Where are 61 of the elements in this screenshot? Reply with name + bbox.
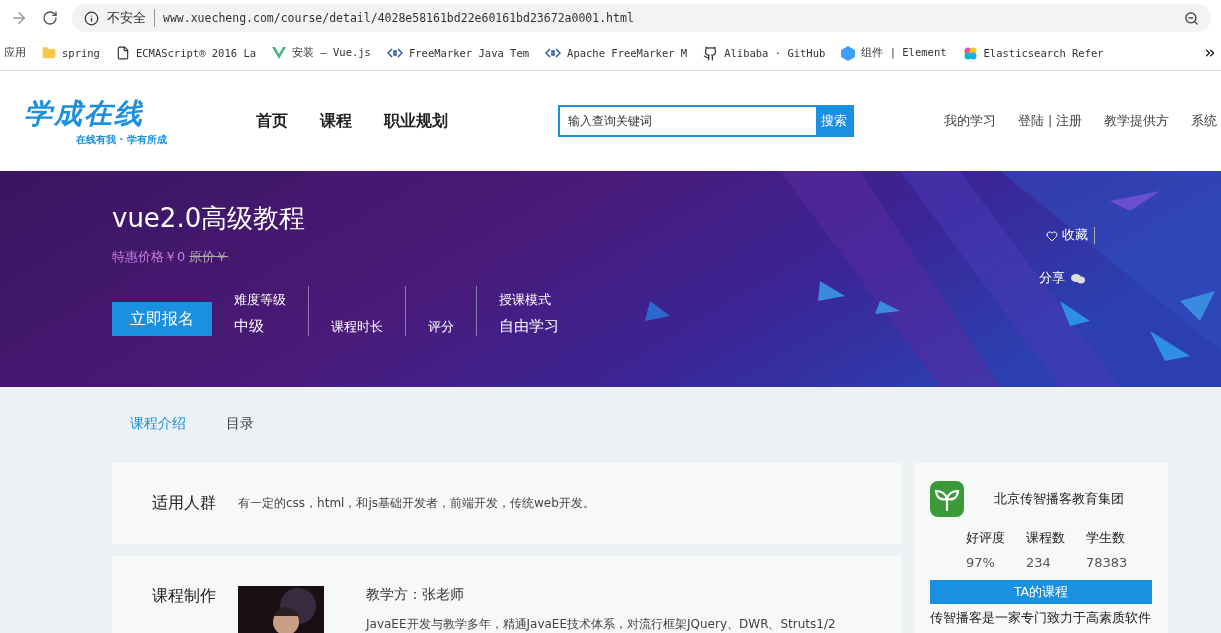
hexagon-icon bbox=[841, 45, 856, 61]
sale-price: 特惠价格￥0 bbox=[112, 248, 186, 266]
sprout-logo-icon bbox=[930, 481, 964, 517]
header-link[interactable]: 系统 bbox=[1191, 112, 1218, 130]
tab[interactable]: 目录 bbox=[226, 415, 254, 435]
logo-slogan: 在线有我 · 学有所成 bbox=[76, 133, 168, 147]
chat-bubbles-icon bbox=[1071, 272, 1085, 285]
bookmark[interactable]: FreeMarker Java Tem bbox=[386, 47, 530, 59]
stat-label: 课程数 bbox=[1026, 529, 1066, 547]
bookmark[interactable]: Elasticsearch Refer bbox=[962, 45, 1104, 61]
stat-label: 好评度 bbox=[966, 529, 1006, 547]
bookmark[interactable]: 应用 bbox=[4, 46, 26, 60]
forward-icon[interactable] bbox=[10, 9, 28, 27]
address-bar[interactable]: 不安全 www.xuecheng.com/course/detail/4028e58161bd22e60161bd23672a0001.html bbox=[72, 4, 1211, 32]
security-label: 不安全 bbox=[107, 9, 155, 27]
teacher-name: 教学方：张老师 bbox=[366, 586, 465, 604]
stat-label: 课程时长 bbox=[331, 319, 383, 336]
bookmark[interactable]: 安装 — Vue.js bbox=[272, 46, 371, 60]
bookmark[interactable]: Alibaba · GitHub bbox=[703, 45, 826, 61]
section-text: 有一定的css，html，和js基础开发者，前端开发，传统web开发。 bbox=[238, 495, 595, 512]
original-price: 原价￥ bbox=[189, 248, 229, 266]
code-icon bbox=[545, 48, 562, 58]
course-title: vue2.0高级教程 bbox=[112, 202, 306, 235]
page-icon bbox=[115, 46, 130, 60]
code-icon bbox=[386, 48, 403, 58]
stat-value: 中级 bbox=[234, 317, 265, 336]
stat-value: 97% bbox=[966, 555, 996, 570]
more-icon[interactable] bbox=[1203, 46, 1217, 60]
nav-link[interactable]: 首页 bbox=[256, 110, 288, 132]
header-link[interactable]: 教学提供方 bbox=[1104, 112, 1170, 130]
nav-link[interactable]: 职业规划 bbox=[384, 110, 448, 132]
info-icon[interactable] bbox=[84, 10, 99, 26]
header-link[interactable]: 我的学习 bbox=[944, 112, 996, 130]
section-heading: 课程制作 bbox=[152, 586, 216, 607]
provider-name: 北京传智播客教育集团 bbox=[994, 490, 1124, 508]
stat-label: 授课模式 bbox=[499, 292, 552, 309]
zoom-icon[interactable] bbox=[1184, 10, 1199, 26]
v-logo-icon bbox=[272, 47, 287, 59]
url-text: www.xuecheng.com/course/detail/4028e58161bd22e60161bd23672a0001.html bbox=[163, 11, 634, 25]
bookmark[interactable]: ECMAScript® 2016 La bbox=[115, 46, 257, 60]
github-icon bbox=[703, 45, 719, 61]
reload-icon[interactable] bbox=[42, 10, 58, 26]
bookmark[interactable]: 组件 | Element bbox=[841, 45, 947, 61]
folder-icon bbox=[42, 46, 56, 60]
heart-icon bbox=[1046, 229, 1058, 242]
stat-label: 学生数 bbox=[1086, 529, 1126, 547]
stat-label: 评分 bbox=[428, 319, 454, 336]
section-heading: 适用人群 bbox=[152, 493, 216, 514]
provider-intro: 传智播客是一家专门致力于高素质软件 bbox=[930, 610, 1152, 627]
bookmark[interactable]: spring bbox=[42, 46, 100, 60]
favorite-link[interactable]: 收藏 bbox=[1046, 227, 1095, 244]
flower-icon bbox=[962, 45, 978, 61]
teacher-bio: JavaEE开发与教学多年，精通JavaEE技术体系，对流行框架JQuery、DWR、Struts1/2 bbox=[366, 616, 836, 633]
bookmark[interactable]: Apache FreeMarker M bbox=[545, 47, 688, 59]
share-link[interactable]: 分享 bbox=[1039, 270, 1085, 287]
nav-link[interactable]: 课程 bbox=[320, 110, 352, 132]
header-link[interactable]: 登陆 | 注册 bbox=[1018, 112, 1083, 130]
stat-label: 难度等级 bbox=[234, 292, 286, 309]
stat-value: 78383 bbox=[1086, 555, 1129, 570]
stat-value: 自由学习 bbox=[499, 317, 559, 336]
stat-value: 234 bbox=[1026, 555, 1052, 570]
